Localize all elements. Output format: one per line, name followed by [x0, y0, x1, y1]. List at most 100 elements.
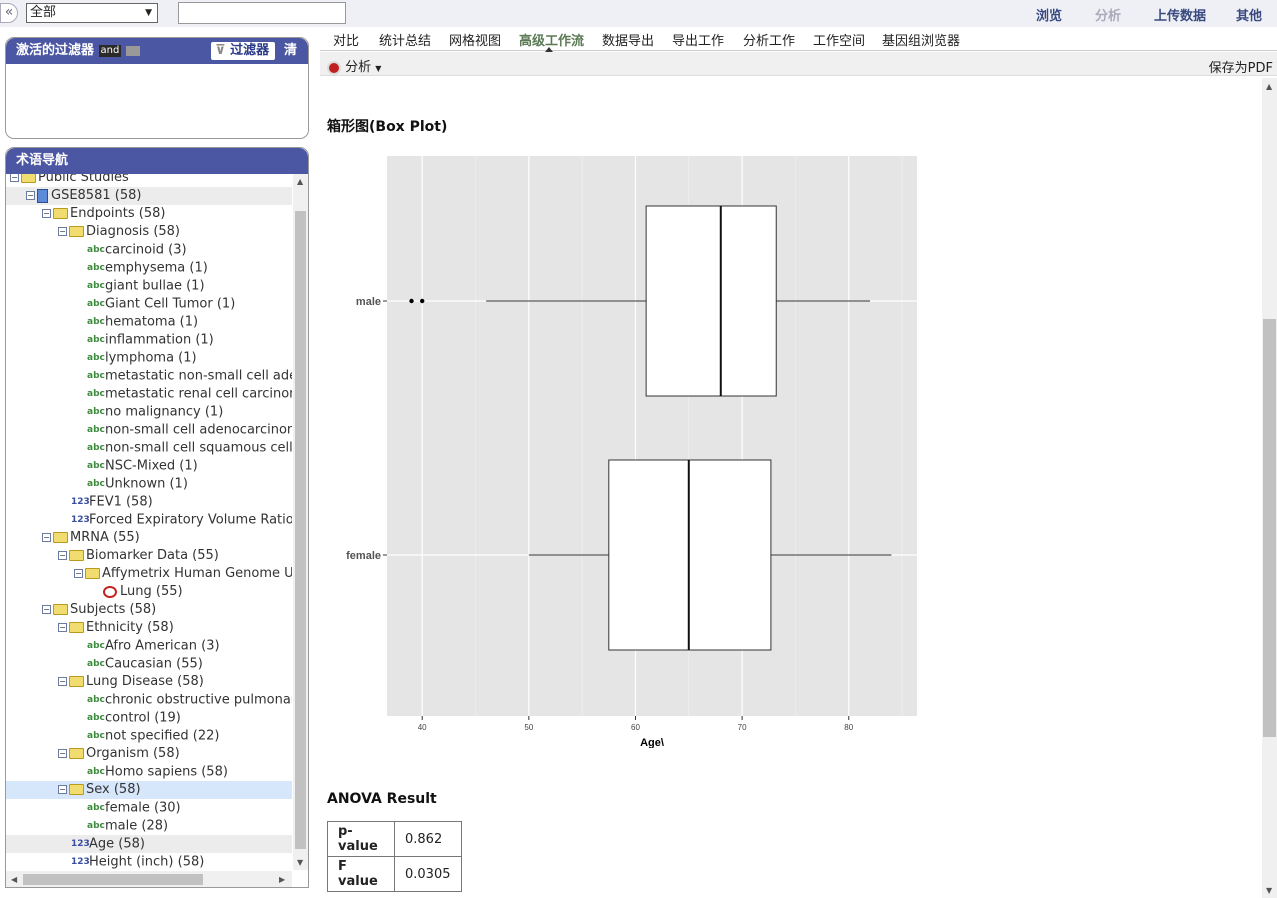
- collapse-toggle-icon[interactable]: −: [42, 209, 51, 218]
- tab-workspace[interactable]: 工作空间: [813, 30, 865, 49]
- tree-node[interactable]: abcno malignancy (1): [6, 403, 292, 421]
- save-pdf-button[interactable]: 保存为PDF: [1209, 57, 1273, 76]
- numeric-icon: 123: [71, 497, 90, 507]
- nav-other[interactable]: 其他: [1236, 5, 1262, 24]
- tree-node[interactable]: − Sex (58): [6, 781, 292, 799]
- box-outlier-point: [409, 298, 414, 304]
- tree-node[interactable]: 123Age (58): [6, 835, 292, 853]
- x-tick-label: 60: [631, 723, 640, 732]
- scroll-down-arrow-icon[interactable]: ▼: [1266, 886, 1272, 895]
- analyze-menu-button[interactable]: 分析 ▼: [327, 56, 381, 75]
- tree-node[interactable]: abcchronic obstructive pulmonary (: [6, 691, 292, 709]
- active-filters-title: 激活的过滤器: [16, 43, 95, 58]
- tree-node[interactable]: Lung (55): [6, 583, 292, 601]
- tab-grid-view[interactable]: 网格视图: [449, 30, 501, 49]
- scope-select[interactable]: 全部 ▼: [26, 3, 158, 23]
- tree-node[interactable]: abcCaucasian (55): [6, 655, 292, 673]
- tree-node-label: male (28): [105, 818, 169, 834]
- main-vertical-scrollbar[interactable]: ▲ ▼: [1262, 78, 1277, 898]
- tree-node[interactable]: abcmetastatic non-small cell adenc: [6, 367, 292, 385]
- folder-icon: [69, 550, 84, 561]
- tree-node[interactable]: abcnot specified (22): [6, 727, 292, 745]
- results-content: 箱形图(Box Plot) 40 50 60 70 80 male female Age\ A…: [320, 78, 1260, 898]
- tab-export-jobs[interactable]: 导出工作: [672, 30, 724, 49]
- scroll-up-arrow-icon[interactable]: ▲: [297, 177, 303, 186]
- tree-node[interactable]: abclymphoma (1): [6, 349, 292, 367]
- tree-node[interactable]: − Ethnicity (58): [6, 619, 292, 637]
- search-input[interactable]: [178, 2, 346, 24]
- scroll-down-arrow-icon[interactable]: ▼: [297, 858, 303, 867]
- collapse-toggle-icon[interactable]: −: [58, 677, 67, 686]
- tree-node[interactable]: abcnon-small cell squamous cell ca: [6, 439, 292, 457]
- tree-node[interactable]: − Public Studies: [6, 174, 292, 187]
- tree-node[interactable]: 123Forced Expiratory Volume Ratio (5: [6, 511, 292, 529]
- tree-node[interactable]: − Subjects (58): [6, 601, 292, 619]
- tree-node[interactable]: abcGiant Cell Tumor (1): [6, 295, 292, 313]
- tree-node[interactable]: abcNSC-Mixed (1): [6, 457, 292, 475]
- scroll-up-arrow-icon[interactable]: ▲: [1266, 82, 1272, 91]
- tree-node[interactable]: abcgiant bullae (1): [6, 277, 292, 295]
- clear-filters-button[interactable]: 清除: [284, 38, 308, 90]
- tree-node[interactable]: − Endpoints (58): [6, 205, 292, 223]
- tree-node-label: chronic obstructive pulmonary (: [105, 692, 292, 708]
- tab-genome-browser[interactable]: 基因组浏览器: [882, 30, 960, 49]
- tree-scroll-thumb[interactable]: [295, 211, 306, 849]
- filter-button[interactable]: ⊽ 过滤器: [211, 42, 275, 60]
- nav-browse[interactable]: 浏览: [1036, 5, 1062, 24]
- tree-node[interactable]: − Biomarker Data (55): [6, 547, 292, 565]
- collapse-toggle-icon[interactable]: −: [58, 551, 67, 560]
- tree-node[interactable]: abchematoma (1): [6, 313, 292, 331]
- tree-hscroll-thumb[interactable]: [23, 874, 203, 885]
- tree-node[interactable]: abcnon-small cell adenocarcinoma: [6, 421, 292, 439]
- tree-node[interactable]: abccontrol (19): [6, 709, 292, 727]
- collapse-toggle-icon[interactable]: −: [58, 749, 67, 758]
- tree-node[interactable]: abcUnknown (1): [6, 475, 292, 493]
- tree-node[interactable]: abcinflammation (1): [6, 331, 292, 349]
- tree-vertical-scrollbar[interactable]: ▲ ▼: [293, 174, 308, 870]
- collapse-toggle-icon[interactable]: −: [42, 533, 51, 542]
- tree-node[interactable]: 123FEV1 (58): [6, 493, 292, 511]
- collapse-toggle-icon[interactable]: −: [42, 605, 51, 614]
- tree-node[interactable]: − Organism (58): [6, 745, 292, 763]
- term-tree[interactable]: − Public Studies − GSE8581 (58) − Endpoints (…: [6, 174, 292, 869]
- tree-node[interactable]: abccarcinoid (3): [6, 241, 292, 259]
- tree-node-label: non-small cell adenocarcinoma: [105, 422, 292, 438]
- categorical-icon: abc: [87, 659, 105, 669]
- tree-node[interactable]: abcfemale (30): [6, 799, 292, 817]
- collapse-toggle-icon[interactable]: −: [26, 191, 35, 200]
- nav-analyze[interactable]: 分析: [1095, 5, 1121, 24]
- tab-summary-stats[interactable]: 统计总结: [379, 30, 431, 49]
- tree-node[interactable]: abcmetastatic renal cell carcinoma: [6, 385, 292, 403]
- collapse-toggle-icon[interactable]: −: [58, 623, 67, 632]
- tree-node[interactable]: − Lung Disease (58): [6, 673, 292, 691]
- tree-node-label: Biomarker Data (55): [86, 548, 219, 563]
- tree-node[interactable]: abcAfro American (3): [6, 637, 292, 655]
- nav-upload[interactable]: 上传数据: [1154, 5, 1206, 24]
- and-toggle[interactable]: and: [98, 44, 122, 57]
- tree-node[interactable]: abcemphysema (1): [6, 259, 292, 277]
- tree-node[interactable]: − MRNA (55): [6, 529, 292, 547]
- tree-node[interactable]: abcmale (28): [6, 817, 292, 835]
- main-scroll-thumb[interactable]: [1263, 319, 1276, 737]
- collapse-toggle-icon[interactable]: −: [58, 785, 67, 794]
- collapse-toggle-icon[interactable]: −: [10, 174, 19, 182]
- tab-analysis-jobs[interactable]: 分析工作: [743, 30, 795, 49]
- tab-compare[interactable]: 对比: [333, 30, 359, 49]
- tree-horizontal-scrollbar[interactable]: ◀ ▶: [6, 871, 292, 887]
- collapse-toggle-icon[interactable]: −: [74, 569, 83, 578]
- or-toggle-icon[interactable]: [125, 45, 140, 56]
- tab-advanced-workflow[interactable]: 高级工作流: [519, 30, 584, 52]
- tree-node-label: no malignancy (1): [105, 404, 224, 420]
- tree-node[interactable]: 123Height (inch) (58): [6, 853, 292, 870]
- scroll-right-arrow-icon[interactable]: ▶: [279, 875, 285, 884]
- folder-icon: [85, 568, 100, 579]
- collapse-panel-button[interactable]: «: [0, 3, 18, 23]
- tree-node[interactable]: abcHomo sapiens (58): [6, 763, 292, 781]
- tree-node[interactable]: − Diagnosis (58): [6, 223, 292, 241]
- scroll-left-arrow-icon[interactable]: ◀: [11, 875, 17, 884]
- categorical-icon: abc: [87, 389, 105, 399]
- collapse-toggle-icon[interactable]: −: [58, 227, 67, 236]
- tree-node[interactable]: − Affymetrix Human Genome U1:: [6, 565, 292, 583]
- tree-node[interactable]: − GSE8581 (58): [6, 187, 292, 205]
- tab-data-export[interactable]: 数据导出: [602, 30, 654, 49]
